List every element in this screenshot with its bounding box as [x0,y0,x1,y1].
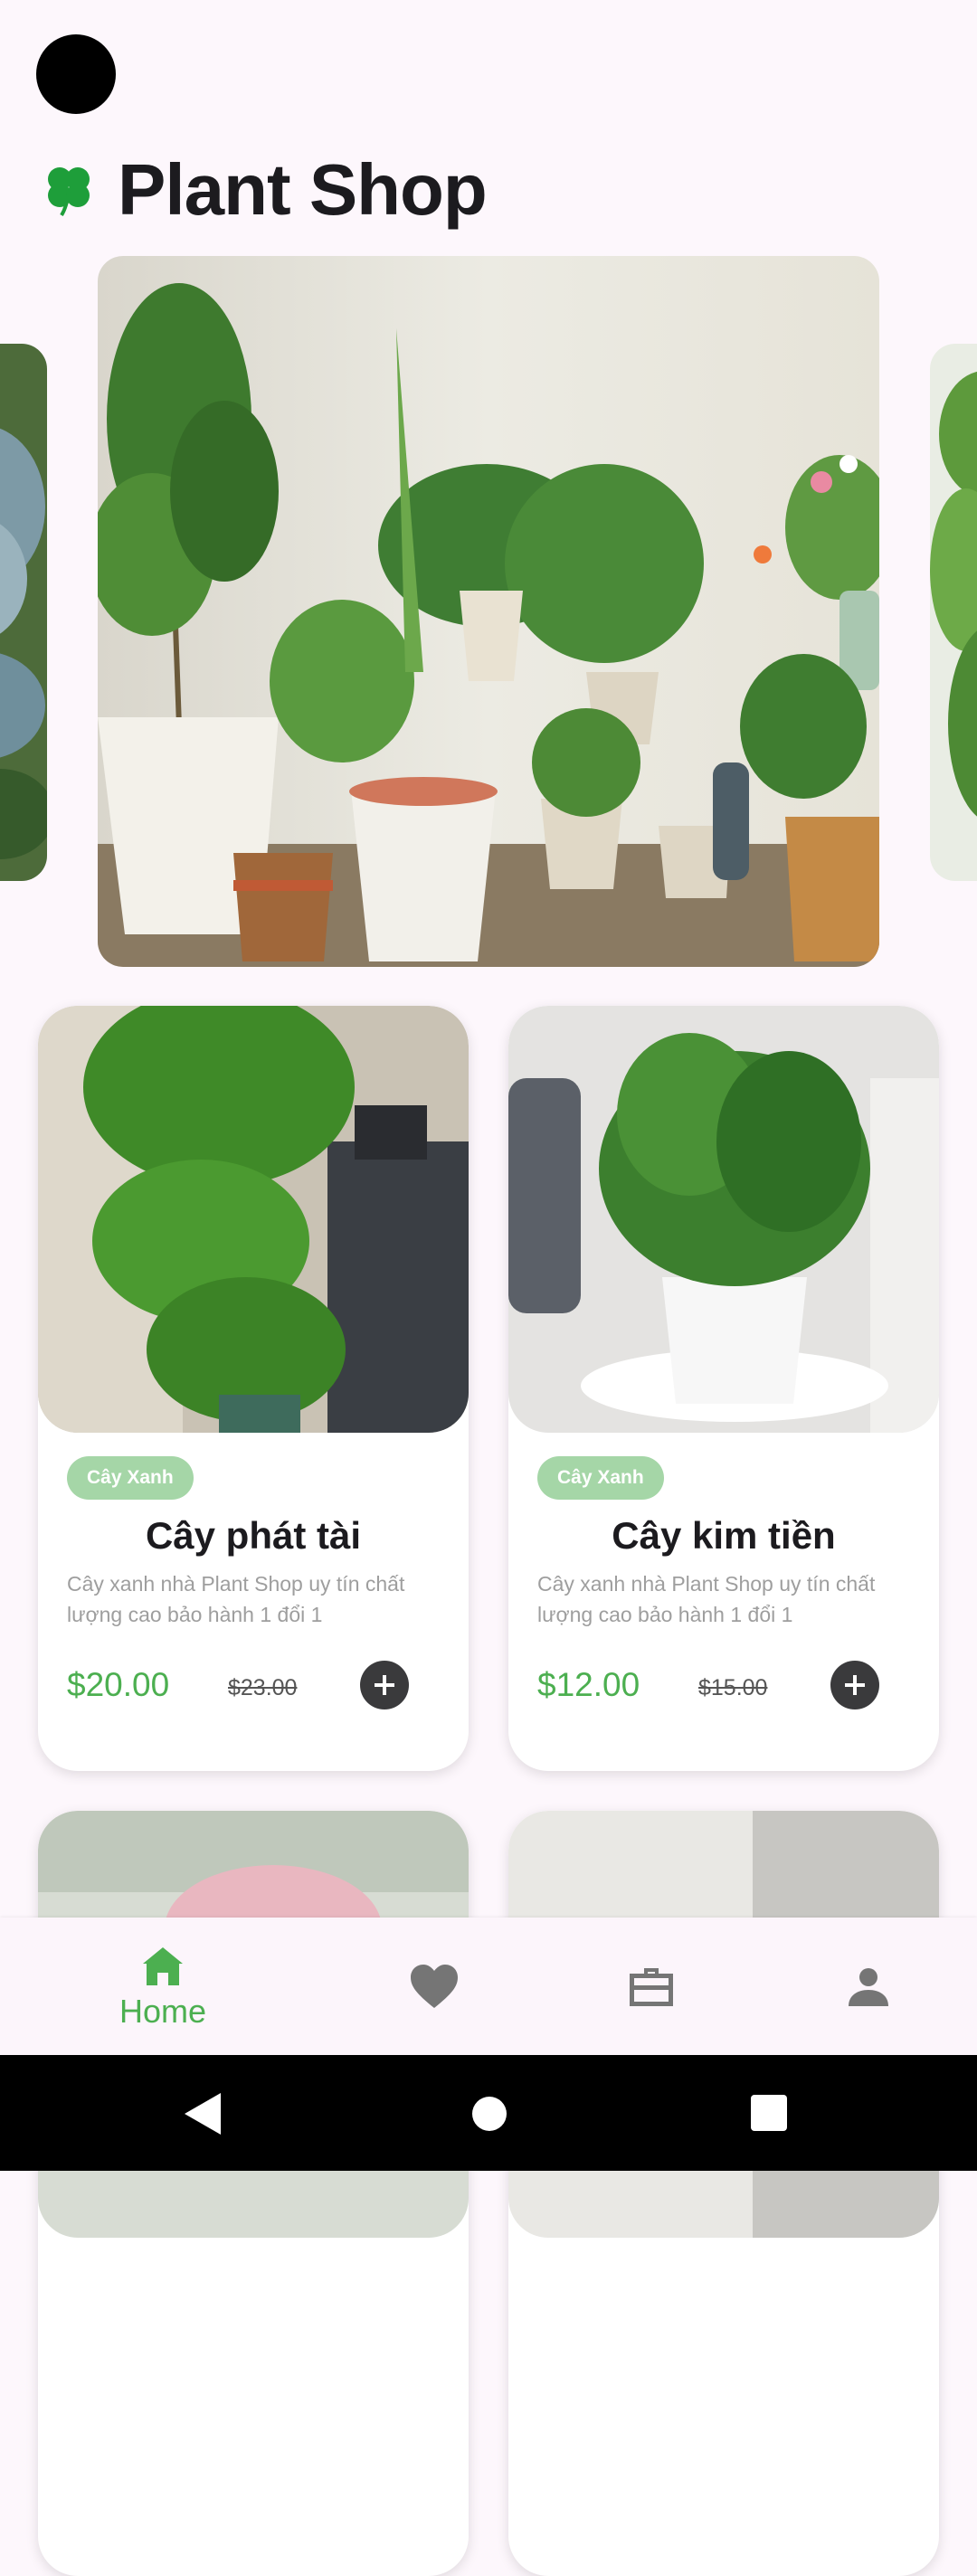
back-icon[interactable] [181,2091,223,2136]
product-description: Cây xanh nhà Plant Shop uy tín chất lượn… [67,1572,405,1626]
carousel-slide-indoor-plants[interactable] [98,256,879,967]
recent-apps-icon[interactable] [751,2095,787,2131]
nav-item-profile[interactable] [778,1918,959,2055]
banner-carousel[interactable] [0,253,977,977]
status-time: 9:57 [141,43,205,80]
product-price: $12.00 [537,1666,640,1703]
app-header: Plant Shop [40,145,488,235]
four-leaf-clover-icon [48,167,90,217]
product-price: $20.00 [67,1666,170,1703]
status-bar: 9:57 [0,0,977,127]
carousel-slide-succulent[interactable] [0,344,47,881]
plus-icon [375,1675,394,1695]
battery-icon [932,47,952,76]
product-old-price: $23.00 [228,1675,298,1700]
briefcase-icon [630,1968,673,2006]
home-icon [143,1947,183,1985]
camera-cutout [36,34,116,114]
system-navigation-bar [0,2055,977,2171]
nav-label-home: Home [119,1993,207,2030]
product-description: Cây xanh nhà Plant Shop uy tín chất lượn… [537,1572,876,1626]
product-old-price: $15.00 [698,1675,768,1700]
carousel-slide-green-plant[interactable] [930,344,977,881]
product-name: Cây phát tài [145,1514,362,1557]
category-badge: Cây Xanh [537,1456,664,1500]
product-card[interactable]: Cây Xanh Cây kim tiền Cây xanh nhà Plant… [508,1006,939,1771]
product-name: Cây kim tiền [612,1514,836,1557]
heart-icon [411,1965,458,2008]
add-to-cart-button[interactable] [360,1661,409,1709]
plus-icon [845,1675,865,1695]
product-image [38,1006,469,1433]
product-image [508,1006,939,1433]
category-badge: Cây Xanh [67,1456,194,1500]
nav-item-favorites[interactable] [344,1918,525,2055]
nav-item-home[interactable]: Home [72,1918,253,2055]
home-button-icon[interactable] [472,2097,507,2131]
person-icon [849,1968,888,2006]
app-title: Plant Shop [118,149,488,230]
bottom-navigation: Home [0,1918,977,2055]
nav-item-shop[interactable] [561,1918,742,2055]
add-to-cart-button[interactable] [830,1661,879,1709]
product-card[interactable]: Cây Xanh Cây phát tài Cây xanh nhà Plant… [38,1006,469,1771]
